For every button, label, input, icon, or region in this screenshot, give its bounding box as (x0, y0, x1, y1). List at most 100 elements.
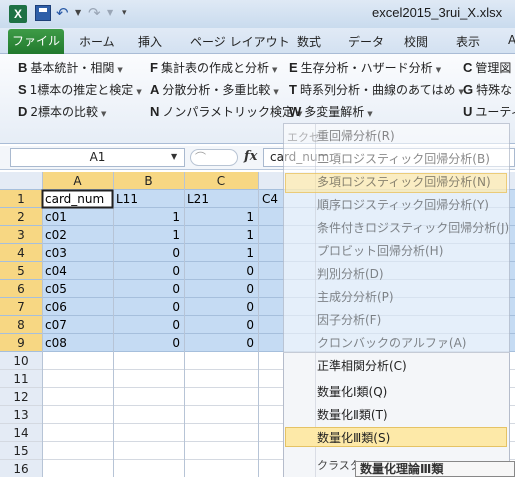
cell-a[interactable] (45, 370, 113, 388)
ribbon-button-survival[interactable]: E 生存分析・ハザード分析 ▼ (289, 59, 441, 76)
row-header[interactable]: 15 (0, 442, 42, 460)
ribbon-button-utility[interactable]: Uユーティ (463, 103, 515, 120)
tab-view[interactable]: 表示 (456, 33, 480, 50)
cell-b[interactable] (113, 370, 180, 388)
cell-a[interactable]: c04 (45, 262, 113, 280)
menu-item-binomial-logistic[interactable]: 二項ロジスティック回帰分析(B) (317, 148, 490, 170)
ribbon-button-basic-stats[interactable]: B 基本統計・相関 ▼ (18, 59, 123, 76)
ribbon-button-two-sample[interactable]: D 2標本の比較 ▼ (18, 103, 106, 120)
ribbon-button-nonparametric[interactable]: N ノンパラメトリック検定 ▼ (150, 103, 302, 120)
ribbon-button-crosstab[interactable]: F 集計表の作成と分析 ▼ (150, 59, 277, 76)
menu-item-discriminant[interactable]: 判別分析(D) (317, 263, 384, 285)
ribbon-button-anova[interactable]: A 分散分析・多重比較 ▼ (150, 81, 279, 98)
cell-a[interactable]: c01 (45, 208, 113, 226)
save-icon[interactable] (35, 5, 51, 21)
ribbon-button-multivariate[interactable]: W 多変量解析 ▼ (289, 103, 373, 120)
cell-b[interactable]: 1 (113, 208, 180, 226)
cell-c[interactable]: 0 (184, 298, 254, 316)
column-header-b[interactable]: B (113, 172, 184, 190)
cell-b[interactable] (113, 442, 180, 460)
redo-dropdown-icon[interactable]: ▼ (107, 5, 123, 21)
menu-item-quantification-2[interactable]: 数量化Ⅱ類(T) (317, 404, 388, 426)
menu-item-cronbach-alpha[interactable]: クロンバックのアルファ(A) (317, 332, 466, 354)
cell-a[interactable] (45, 406, 113, 424)
redo-icon[interactable]: ↷ (88, 5, 104, 21)
cell-b[interactable]: 0 (113, 244, 180, 262)
cell-c[interactable]: 0 (184, 334, 254, 352)
ribbon-button-one-sample[interactable]: S 1標本の推定と検定 ▼ (18, 81, 142, 98)
cell-c[interactable]: L21 (187, 190, 257, 208)
customize-toolbar-icon[interactable]: ▾ (122, 5, 138, 21)
cell-c[interactable] (184, 424, 254, 442)
cell-c[interactable]: 1 (184, 244, 254, 262)
name-box-dropdown-icon[interactable]: ▼ (171, 152, 177, 161)
cell-c[interactable]: 0 (184, 316, 254, 334)
cell-b[interactable]: 0 (113, 334, 180, 352)
cell-c[interactable]: 0 (184, 280, 254, 298)
cell-b[interactable] (113, 406, 180, 424)
cell-a[interactable] (45, 442, 113, 460)
row-header[interactable]: 14 (0, 424, 42, 442)
cell-b[interactable] (113, 424, 180, 442)
cell-b[interactable]: 0 (113, 298, 180, 316)
cell-b[interactable]: 0 (113, 316, 180, 334)
row-header[interactable]: 12 (0, 388, 42, 406)
cell-a[interactable]: c03 (45, 244, 113, 262)
ribbon-button-special[interactable]: G 特殊な (463, 81, 512, 98)
column-header-c[interactable]: C (184, 172, 258, 190)
cell-a[interactable]: c06 (45, 298, 113, 316)
tab-home[interactable]: ホーム (79, 33, 115, 50)
row-header[interactable]: 13 (0, 406, 42, 424)
tab-review[interactable]: 校閲 (404, 33, 428, 50)
cell-a[interactable]: c07 (45, 316, 113, 334)
row-header[interactable]: 6 (0, 280, 42, 298)
row-header[interactable]: 4 (0, 244, 42, 262)
cell-c[interactable]: 1 (184, 226, 254, 244)
cell-c[interactable] (184, 352, 254, 370)
ribbon-button-control-chart[interactable]: C 管理図 (463, 59, 511, 76)
tab-data[interactable]: データ (348, 33, 384, 50)
row-header[interactable]: 5 (0, 262, 42, 280)
row-header[interactable]: 1 (0, 190, 42, 208)
cell-c[interactable]: 0 (184, 262, 254, 280)
menu-item-principal-component[interactable]: 主成分分析(P) (317, 286, 394, 308)
row-header[interactable]: 9 (0, 334, 42, 352)
column-header-a[interactable]: A (42, 172, 113, 190)
menu-item-quantification-1[interactable]: 数量化Ⅰ類(Q) (317, 381, 387, 403)
cell-c[interactable] (184, 460, 254, 477)
cell-a[interactable] (45, 352, 113, 370)
tab-formulas[interactable]: 数式 (297, 33, 321, 50)
cell-b[interactable] (113, 460, 180, 477)
cell-c[interactable]: 1 (184, 208, 254, 226)
row-header[interactable]: 7 (0, 298, 42, 316)
cell-b[interactable] (113, 352, 180, 370)
cell-b[interactable]: L11 (116, 190, 182, 208)
cell-b[interactable] (113, 388, 180, 406)
row-header[interactable]: 16 (0, 460, 42, 477)
cell-c[interactable] (184, 442, 254, 460)
cell-a[interactable] (45, 460, 113, 477)
ribbon-button-time-series[interactable]: T 時系列分析・曲線のあてはめ ▼ (289, 81, 464, 98)
tab-addin[interactable]: A (508, 33, 515, 47)
tab-file[interactable]: ファイル (8, 29, 64, 54)
cell-a[interactable]: card_num (45, 190, 113, 208)
cell-a[interactable]: c05 (45, 280, 113, 298)
tab-page-layout[interactable]: ページ レイアウト (190, 33, 290, 50)
cell-a[interactable]: c08 (45, 334, 113, 352)
menu-item-multinomial-logistic[interactable]: 多項ロジスティック回帰分析(N) (317, 171, 491, 193)
cell-a[interactable] (45, 388, 113, 406)
menu-item-quantification-3[interactable]: 数量化Ⅲ類(S) (317, 427, 390, 449)
cell-c[interactable] (184, 370, 254, 388)
menu-item-multiple-regression[interactable]: 重回帰分析(R) (317, 125, 395, 147)
cell-d1[interactable]: C4 (262, 190, 278, 208)
row-header[interactable]: 10 (0, 352, 42, 370)
menu-item-factor-analysis[interactable]: 因子分析(F) (317, 309, 381, 331)
menu-item-canonical-correlation[interactable]: 正準相関分析(C) (317, 355, 407, 377)
cell-a[interactable] (45, 424, 113, 442)
excel-app-icon[interactable]: X (9, 5, 27, 23)
cell-c[interactable] (184, 388, 254, 406)
cell-b[interactable]: 1 (113, 226, 180, 244)
row-header[interactable]: 3 (0, 226, 42, 244)
cell-a[interactable]: c02 (45, 226, 113, 244)
row-header[interactable]: 2 (0, 208, 42, 226)
